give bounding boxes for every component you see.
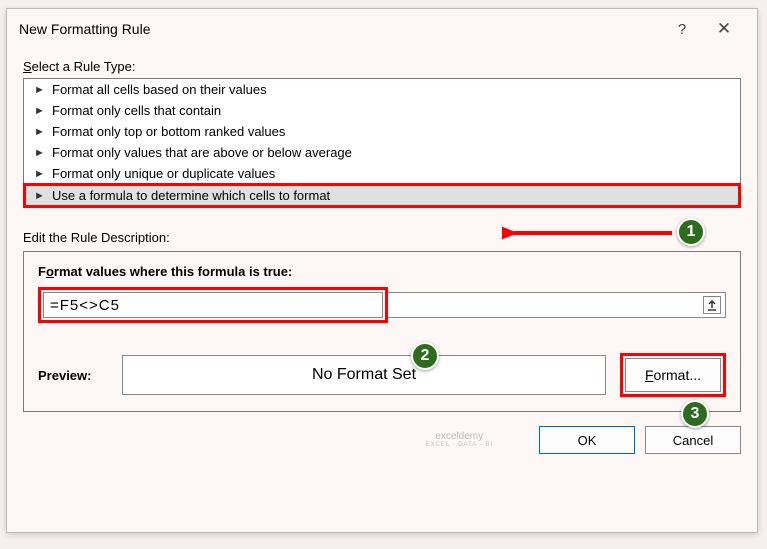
watermark: exceldemy EXCEL · DATA · BI <box>425 431 493 449</box>
ok-button[interactable]: OK <box>539 426 635 454</box>
rule-type-label: Format only values that are above or bel… <box>52 145 352 160</box>
format-button[interactable]: Format... <box>625 358 721 392</box>
rule-type-label: Format only top or bottom ranked values <box>52 124 285 139</box>
help-button[interactable]: ? <box>661 13 703 45</box>
rule-type-label: Format only cells that contain <box>52 103 221 118</box>
formula-heading: Format values where this formula is true… <box>38 264 726 279</box>
cancel-button[interactable]: Cancel <box>645 426 741 454</box>
formula-field-remainder[interactable] <box>388 292 726 318</box>
rule-type-item[interactable]: ► Format only values that are above or be… <box>24 142 740 163</box>
titlebar: New Formatting Rule ? ✕ <box>7 9 757 49</box>
rule-type-item[interactable]: ► Format only cells that contain <box>24 100 740 121</box>
select-rule-type-label: Select a Rule Type: <box>23 59 741 74</box>
rule-type-item[interactable]: ► Format only top or bottom ranked values <box>24 121 740 142</box>
bullet-icon: ► <box>34 168 46 180</box>
rule-type-label: Format all cells based on their values <box>52 82 267 97</box>
bullet-icon: ► <box>34 126 46 138</box>
rule-type-label: Use a formula to determine which cells t… <box>52 188 330 203</box>
dialog-title: New Formatting Rule <box>19 21 151 37</box>
rule-description-box: Format values where this formula is true… <box>23 251 741 412</box>
rule-type-list[interactable]: ►Format all cells based on their values … <box>23 78 741 208</box>
annotation-badge-1: 1 <box>677 218 705 246</box>
rule-type-label: Format only unique or duplicate values <box>52 166 275 181</box>
close-button[interactable]: ✕ <box>703 13 745 45</box>
rule-type-item[interactable]: ► Format all cells based on their values <box>24 79 740 100</box>
bullet-icon: ► <box>34 190 46 202</box>
bullet-icon: ► <box>34 105 46 117</box>
new-formatting-rule-dialog: New Formatting Rule ? ✕ Select a Rule Ty… <box>6 8 758 533</box>
annotation-badge-2: 2 <box>411 342 439 370</box>
rule-type-item[interactable]: ► Format only unique or duplicate values <box>24 163 740 184</box>
bullet-icon: ► <box>34 84 46 96</box>
preview-label: Preview: <box>38 368 108 383</box>
preview-box: No Format Set <box>122 355 606 395</box>
collapse-dialog-icon[interactable] <box>703 296 721 314</box>
annotation-arrow-icon <box>502 223 682 243</box>
annotation-highlight-formula <box>38 287 388 323</box>
bullet-icon: ► <box>34 147 46 159</box>
rule-type-item-selected[interactable]: ► Use a formula to determine which cells … <box>23 183 741 208</box>
annotation-highlight-format: Format... <box>620 353 726 397</box>
annotation-badge-3: 3 <box>681 400 709 428</box>
formula-input[interactable] <box>43 292 383 318</box>
